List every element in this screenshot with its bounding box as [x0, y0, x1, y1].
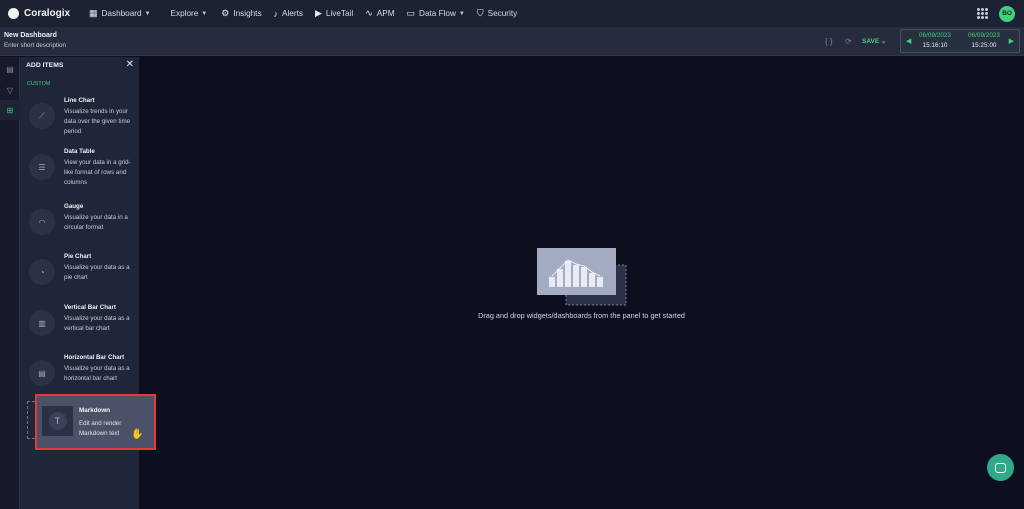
time-to-time: 15:25:00	[971, 42, 997, 49]
nav-item-apm[interactable]: ∿ APM	[359, 0, 400, 27]
chevron-down-icon: ▼	[458, 10, 465, 17]
left-rail: ▤ ▽ ⊞	[0, 57, 20, 509]
chat-icon	[995, 462, 1006, 473]
time-to: 06/09/2023 15:25:00	[961, 32, 1007, 49]
nav-item-explore[interactable]: Explore ▼	[165, 0, 214, 27]
widget-description: View your data in a grid-like format of …	[64, 159, 131, 186]
widget-title: Vertical Bar Chart	[64, 304, 116, 311]
time-to-date: 06/09/2023	[968, 32, 1000, 39]
chevron-down-icon: ▼	[201, 10, 208, 17]
widget-pie-chart[interactable]: ◔ Pie Chart Visualize your data as a pie…	[20, 253, 139, 303]
nav-item-data-flow[interactable]: ▭ Data Flow ▼	[401, 0, 471, 27]
gauge-icon: ◠	[29, 209, 55, 235]
nav-label: Insights	[233, 9, 262, 18]
logo[interactable]: Coralogix	[8, 8, 78, 19]
widget-title: Horizontal Bar Chart	[64, 354, 125, 361]
dashboard-description-input[interactable]: Enter short description	[4, 42, 66, 49]
time-range-picker[interactable]: ◀ 06/09/2023 15:16:10 06/09/2023 15:25:0…	[900, 29, 1020, 53]
drag-placeholder	[27, 401, 35, 439]
nav-label: Data Flow	[419, 9, 456, 18]
folder-icon: ▭	[406, 8, 416, 18]
widget-description: Visualize your data as a pie chart	[64, 264, 130, 281]
gear-icon: ⚙	[221, 8, 230, 18]
save-button[interactable]: SAVE ⌄	[862, 37, 886, 45]
chevron-down-icon: ⌄	[881, 38, 887, 45]
dashboard-grid-icon: ▦	[89, 8, 98, 18]
time-from-date: 06/09/2023	[919, 32, 951, 39]
section-label: CUSTOM	[27, 81, 51, 87]
brand-name: Coralogix	[24, 8, 71, 19]
table-icon: ☰	[29, 154, 55, 180]
add-items-icon[interactable]: ⊞	[0, 100, 20, 120]
widget-description: Visualize your data as a horizontal bar …	[64, 365, 130, 382]
refresh-icon[interactable]: ⟳	[845, 37, 852, 46]
widget-vertical-bar-chart[interactable]: ▥ Vertical Bar Chart Visualize your data…	[20, 304, 139, 354]
widget-description: Visualize trends in your data over the g…	[64, 108, 131, 135]
top-nav: Coralogix ▦ Dashboard ▼ Explore ▼ ⚙ Insi…	[0, 0, 1024, 27]
widget-title: Gauge	[64, 203, 84, 210]
bell-icon: ♪	[273, 8, 279, 19]
nav-label: APM	[376, 9, 395, 18]
empty-state-message: Drag and drop widgets/dashboards from th…	[478, 311, 685, 320]
panel-title: ADD ITEMS	[26, 62, 64, 69]
nav-item-security[interactable]: ⛉ Security	[471, 0, 523, 27]
save-label: SAVE	[862, 38, 880, 45]
close-icon[interactable]: ✕	[126, 59, 134, 70]
widget-line-chart[interactable]: ⟋ Line Chart Visualize trends in your da…	[20, 97, 139, 147]
nav-label: Explore	[170, 9, 199, 18]
widget-title: Line Chart	[64, 97, 95, 104]
dashboard-header: New Dashboard Enter short description { …	[0, 27, 1024, 56]
chevron-down-icon: ▼	[144, 10, 151, 17]
nav-label: Alerts	[282, 9, 303, 18]
nav-item-alerts[interactable]: ♪ Alerts	[268, 0, 309, 27]
avatar[interactable]: BO	[999, 5, 1015, 22]
dashboard-title[interactable]: New Dashboard	[4, 32, 57, 39]
horizontal-bar-icon: ▤	[29, 360, 55, 386]
time-forward-icon[interactable]: ▶	[1009, 37, 1014, 45]
line-chart-icon: ⟋	[29, 103, 55, 129]
nav-label: Security	[487, 9, 518, 18]
highlight-box	[35, 394, 156, 450]
coralogix-logo-icon	[8, 8, 19, 19]
filter-icon[interactable]: ▽	[0, 80, 20, 100]
widget-description: Visualize your data as a vertical bar ch…	[64, 315, 130, 332]
nav-item-dashboard[interactable]: ▦ Dashboard ▼	[83, 0, 157, 27]
time-from-time: 15:16:10	[922, 42, 948, 49]
apm-icon: ∿	[365, 8, 373, 18]
nav-item-insights[interactable]: ⚙ Insights	[215, 0, 267, 27]
nav-label: LiveTail	[325, 9, 354, 18]
apps-grid-icon[interactable]	[977, 8, 988, 19]
hand-cursor-icon: ✋	[131, 429, 144, 440]
chat-support-button[interactable]	[987, 454, 1014, 481]
nav-item-livetail[interactable]: ▶ LiveTail	[309, 0, 359, 27]
empty-dashboard-illustration	[537, 248, 627, 306]
widget-data-table[interactable]: ☰ Data Table View your data in a grid-li…	[20, 148, 139, 198]
time-from: 06/09/2023 15:16:10	[912, 32, 958, 49]
widget-description: Visualize your data in a circular format	[64, 214, 128, 231]
widget-title: Pie Chart	[64, 253, 92, 260]
widget-title: Data Table	[64, 148, 95, 155]
widget-gauge[interactable]: ◠ Gauge Visualize your data in a circula…	[20, 203, 139, 253]
variables-icon[interactable]: ▤	[0, 59, 20, 79]
pie-chart-icon: ◔	[29, 259, 55, 285]
code-braces-icon[interactable]: { }	[825, 37, 833, 46]
vertical-bar-icon: ▥	[29, 310, 55, 336]
play-icon: ▶	[314, 8, 322, 18]
nav-label: Dashboard	[101, 9, 142, 18]
time-back-icon[interactable]: ◀	[906, 37, 911, 45]
shield-icon: ⛉	[476, 8, 484, 18]
